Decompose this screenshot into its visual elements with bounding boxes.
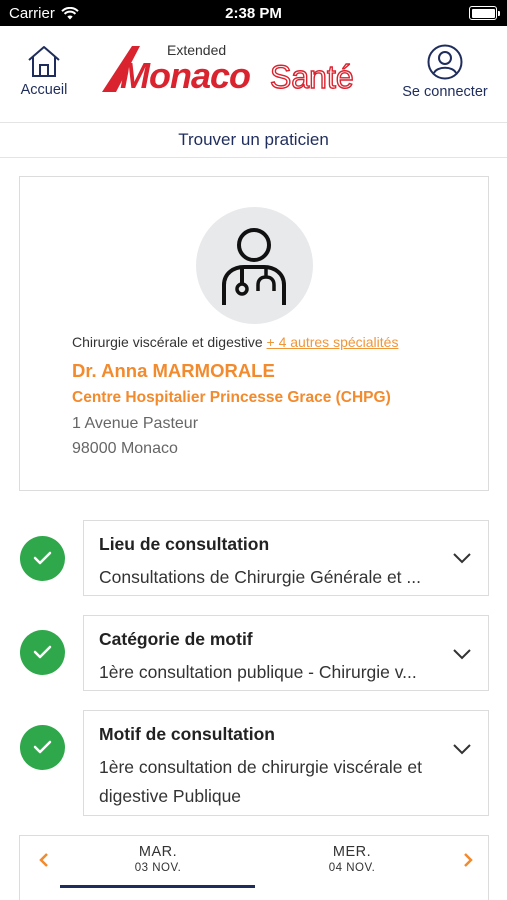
hospital-name: Centre Hospitalier Princesse Grace (CHPG… <box>72 389 391 406</box>
step-value: 1ère consultation publique - Chirurgie v… <box>99 662 417 682</box>
consultation-reason-select[interactable]: Motif de consultation 1ère consultation … <box>83 710 489 816</box>
practitioner-card: Chirurgie viscérale et digestive + 4 aut… <box>19 176 489 491</box>
chevron-down-icon <box>453 553 471 564</box>
logo-sante-text: Santé <box>270 59 354 95</box>
status-time: 2:38 PM <box>225 5 282 22</box>
home-icon <box>28 46 60 77</box>
chevron-down-icon <box>453 649 471 660</box>
chevron-right-icon[interactable] <box>458 850 478 870</box>
doctor-name: Dr. Anna MARMORALE <box>72 360 275 381</box>
day-date: 04 NOV. <box>328 862 376 874</box>
day-tab-1[interactable]: MAR. 03 NOV. <box>78 844 238 874</box>
step-title: Motif de consultation <box>99 724 275 744</box>
step-value: 1ère consultation de chirurgie viscérale… <box>99 757 422 806</box>
chevron-down-icon <box>453 744 471 755</box>
check-icon <box>33 551 52 565</box>
app-header: Accueil Extended Monaco Santé Se connect… <box>0 26 507 122</box>
step-value: Consultations de Chirurgie Générale et .… <box>99 567 421 587</box>
step-1-check <box>20 536 65 581</box>
day-name: MAR. <box>138 844 178 860</box>
battery-icon <box>469 6 500 20</box>
step-title: Lieu de consultation <box>99 534 270 554</box>
day-tab-2[interactable]: MER. 04 NOV. <box>272 844 432 874</box>
specialty-label: Chirurgie viscérale et digestive <box>72 334 263 350</box>
logo-monaco-text: Monaco <box>120 55 250 96</box>
doctor-icon <box>222 228 286 305</box>
login-label: Se connecter <box>402 84 488 100</box>
check-icon <box>33 740 52 754</box>
home-label: Accueil <box>20 82 68 98</box>
battery-level <box>471 8 495 18</box>
selected-day-indicator <box>60 885 255 888</box>
step-title: Catégorie de motif <box>99 629 253 649</box>
step-2-check <box>20 630 65 675</box>
specialty-text: Chirurgie viscérale et digestive + 4 aut… <box>72 334 398 350</box>
check-icon <box>33 645 52 659</box>
day-name: MER. <box>332 844 372 860</box>
chevron-left-icon[interactable] <box>34 850 54 870</box>
address-line-1: 1 Avenue Pasteur <box>72 415 199 432</box>
consultation-location-select[interactable]: Lieu de consultation Consultations de Ch… <box>83 520 489 596</box>
step-3-check <box>20 725 65 770</box>
date-selector: MAR. 03 NOV. MER. 04 NOV. <box>19 835 489 900</box>
avatar <box>196 207 313 324</box>
day-date: 03 NOV. <box>134 862 182 874</box>
page-title: Trouver un praticien <box>0 122 507 158</box>
user-circle-icon <box>427 44 463 80</box>
status-bar: Carrier 2:38 PM <box>0 0 507 26</box>
reason-category-select[interactable]: Catégorie de motif 1ère consultation pub… <box>83 615 489 691</box>
monaco-sante-logo[interactable]: Extended Monaco Santé <box>102 40 367 100</box>
home-button[interactable]: Accueil <box>14 44 74 98</box>
login-button[interactable]: Se connecter <box>397 44 493 100</box>
more-specialties-link[interactable]: + 4 autres spécialités <box>267 334 399 350</box>
address-line-2: 98000 Monaco <box>72 440 178 457</box>
